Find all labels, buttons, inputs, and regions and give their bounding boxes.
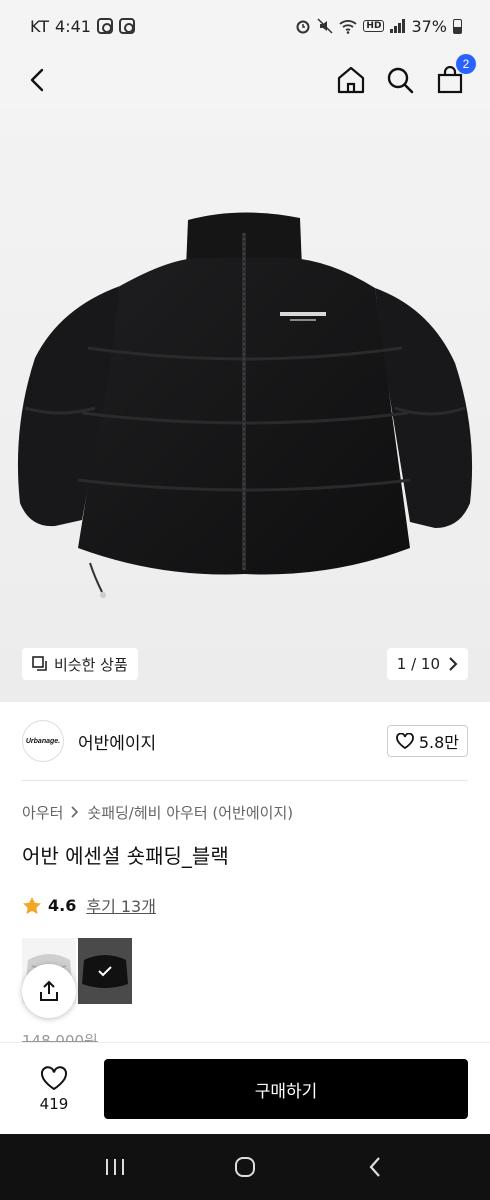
check-icon — [98, 966, 112, 977]
clock: 4:41 — [55, 16, 91, 36]
rating-row[interactable]: 4.6 후기 13개 — [22, 893, 156, 917]
seller-logo[interactable]: Urbanage. — [22, 720, 64, 762]
search-button[interactable] — [380, 60, 420, 100]
status-bar: KT 4:41 HD 37% — [0, 0, 490, 52]
heart-icon — [395, 733, 414, 749]
wishlist-count: 419 — [39, 1094, 69, 1113]
wishlist-button[interactable]: 419 — [22, 1061, 86, 1117]
jacket-image — [17, 212, 473, 598]
color-option-black[interactable] — [78, 938, 132, 1004]
rating-value: 4.6 — [48, 895, 77, 915]
review-link[interactable]: 후기 13개 — [86, 893, 156, 917]
battery-percent: 37% — [411, 16, 447, 36]
cart-count-badge: 2 — [456, 54, 476, 74]
status-left: KT 4:41 — [30, 17, 135, 36]
chevron-right-icon — [449, 657, 458, 671]
cart-button[interactable]: 2 — [430, 54, 476, 100]
breadcrumb: 아우터 숏패딩/헤비 아우터 (어반에이지) — [22, 802, 293, 823]
divider — [22, 780, 468, 781]
breadcrumb-category[interactable]: 아우터 — [22, 802, 63, 823]
home-button[interactable] — [331, 60, 371, 100]
store-like-count: 5.8만 — [418, 733, 459, 752]
alarm-icon — [296, 20, 310, 34]
back-icon — [30, 68, 44, 92]
hd-badge: HD — [363, 20, 385, 32]
buy-button[interactable]: 구매하기 — [104, 1059, 468, 1119]
system-back-button[interactable] — [355, 1147, 395, 1187]
heart-icon — [40, 1065, 68, 1090]
product-image[interactable]: 비슷한 상품 1 / 10 — [0, 108, 490, 702]
chevron-right-icon — [71, 806, 79, 818]
recent-apps-button[interactable] — [95, 1147, 135, 1187]
wifi-icon — [339, 20, 358, 34]
purchase-bar: 419 구매하기 — [0, 1042, 490, 1134]
instagram-icon — [96, 18, 113, 34]
status-right: HD 37% — [295, 17, 462, 36]
system-navigation-bar — [0, 1134, 490, 1200]
home-system-button[interactable] — [225, 1147, 265, 1187]
store-like-button[interactable]: 5.8만 — [386, 725, 468, 757]
home-circle-icon — [235, 1157, 255, 1177]
similar-label: 비슷한 상품 — [54, 655, 128, 674]
seller-row[interactable]: Urbanage. 어반에이지 5.8만 — [0, 702, 490, 780]
similar-icon — [32, 656, 47, 671]
product-title: 어반 에센셜 숏패딩_블랙 — [22, 844, 229, 868]
battery-icon — [453, 18, 462, 34]
share-button[interactable] — [22, 964, 76, 1018]
mute-icon — [317, 18, 333, 34]
seller-name[interactable]: 어반에이지 — [78, 729, 156, 754]
back-button[interactable] — [18, 60, 58, 100]
app-header: 2 — [0, 52, 490, 108]
image-pager[interactable]: 1 / 10 — [386, 648, 468, 680]
recent-apps-icon — [106, 1159, 124, 1175]
nav-back-icon — [369, 1157, 380, 1177]
signal-icon — [390, 19, 406, 33]
star-icon — [23, 896, 41, 914]
breadcrumb-subcategory[interactable]: 숏패딩/헤비 아우터 (어반에이지) — [87, 802, 293, 823]
instagram-icon-2 — [118, 18, 135, 34]
carrier-label: KT — [30, 16, 50, 36]
home-icon — [337, 66, 365, 94]
similar-products-button[interactable]: 비슷한 상품 — [22, 648, 138, 680]
share-icon — [40, 980, 58, 1001]
pager-text: 1 / 10 — [396, 655, 440, 673]
search-icon — [387, 67, 414, 94]
